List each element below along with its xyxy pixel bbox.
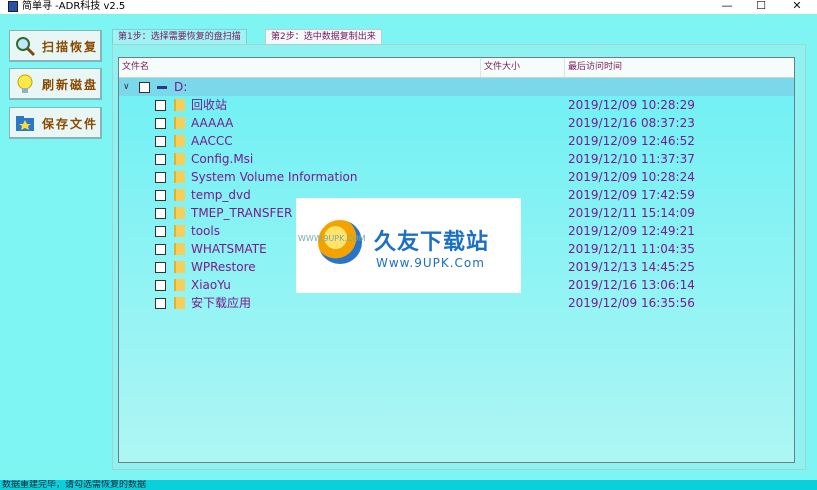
column-header-name[interactable]: 文件名	[119, 58, 481, 77]
refresh-disk-button[interactable]: 刷新磁盘	[9, 68, 102, 100]
item-checkbox[interactable]	[155, 208, 166, 219]
item-checkbox[interactable]	[155, 190, 166, 201]
folder-icon	[174, 297, 185, 309]
item-name: temp_dvd	[191, 188, 251, 202]
watermark-overlay: WWW.9UPK.COM 久友下载站 Www.9UPK.Com	[296, 198, 521, 293]
item-name: WPRestore	[191, 260, 256, 274]
folder-icon	[174, 135, 185, 147]
item-name: WHATSMATE	[191, 242, 267, 256]
item-time: 2019/12/11 11:04:35	[568, 242, 695, 256]
item-name: AAAAA	[191, 116, 234, 130]
item-time: 2019/12/09 16:35:56	[568, 296, 695, 310]
item-time: 2019/12/16 08:37:23	[568, 116, 695, 130]
save-file-button[interactable]: 保存文件	[9, 107, 102, 139]
item-checkbox[interactable]	[155, 262, 166, 273]
scan-recover-label: 扫描恢复	[42, 39, 99, 54]
folder-icon	[174, 243, 185, 255]
expand-arrow-icon[interactable]: ∨	[123, 78, 130, 96]
drive-row[interactable]: ∨ D:	[119, 78, 794, 96]
item-checkbox[interactable]	[155, 244, 166, 255]
watermark-brand: 久友下载站	[374, 230, 490, 255]
item-checkbox[interactable]	[155, 280, 166, 291]
save-file-label: 保存文件	[42, 116, 99, 131]
folder-icon	[174, 225, 185, 237]
item-name: tools	[191, 224, 220, 238]
item-name: XiaoYu	[191, 278, 231, 292]
folder-icon	[174, 189, 185, 201]
column-header-size[interactable]: 文件大小	[481, 58, 565, 77]
list-item[interactable]: 安下载应用 2019/12/09 16:35:56	[119, 294, 794, 312]
folder-icon	[174, 261, 185, 273]
folder-icon	[174, 207, 185, 219]
folder-icon	[174, 279, 185, 291]
item-checkbox[interactable]	[155, 226, 166, 237]
minimize-button[interactable]: —	[709, 0, 745, 14]
refresh-disk-label: 刷新磁盘	[42, 77, 99, 92]
item-checkbox[interactable]	[155, 136, 166, 147]
item-name: AACCC	[191, 134, 233, 148]
item-time: 2019/12/10 11:37:37	[568, 152, 695, 166]
window-title: 简单寻 -ADR科技 v2.5	[22, 1, 126, 12]
item-name: System Volume Information	[191, 170, 358, 184]
watermark-side-text: WWW.9UPK.COM	[298, 234, 366, 243]
column-header-time[interactable]: 最后访问时间	[565, 58, 794, 77]
folder-icon	[174, 99, 185, 111]
item-time: 2019/12/16 13:06:14	[568, 278, 695, 292]
item-time: 2019/12/09 12:49:21	[568, 224, 695, 238]
drive-checkbox[interactable]	[139, 82, 150, 93]
item-name: 安下载应用	[191, 296, 252, 310]
item-time: 2019/12/09 10:28:29	[568, 98, 695, 112]
watermark-url: Www.9UPK.Com	[376, 256, 485, 270]
list-item[interactable]: 回收站 2019/12/09 10:28:29	[119, 96, 794, 114]
item-name: Config.Msi	[191, 152, 254, 166]
app-icon	[8, 1, 18, 12]
scan-recover-button[interactable]: 扫描恢复	[9, 30, 102, 62]
list-item[interactable]: AAAAA 2019/12/16 08:37:23	[119, 114, 794, 132]
item-name: TMEP_TRANSFER	[191, 206, 293, 220]
item-time: 2019/12/09 12:46:52	[568, 134, 695, 148]
folder-icon	[174, 117, 185, 129]
tab-step1-scan[interactable]: 第1步：选择需要恢复的盘扫描	[112, 29, 247, 45]
item-checkbox[interactable]	[155, 118, 166, 129]
drive-label: D:	[174, 80, 188, 94]
item-checkbox[interactable]	[155, 298, 166, 309]
drive-icon	[157, 86, 167, 89]
save-folder-icon	[16, 116, 34, 131]
item-time: 2019/12/09 10:28:24	[568, 170, 695, 184]
status-bar: 数据重建完毕，请勾选需恢复的数据	[0, 480, 817, 490]
item-name: 回收站	[191, 98, 228, 112]
item-checkbox[interactable]	[155, 172, 166, 183]
list-item[interactable]: AACCC 2019/12/09 12:46:52	[119, 132, 794, 150]
folder-icon	[174, 171, 185, 183]
lightbulb-icon	[17, 74, 33, 93]
title-bar: 简单寻 -ADR科技 v2.5 — ☐ ✕	[0, 0, 817, 14]
list-item[interactable]: System Volume Information 2019/12/09 10:…	[119, 168, 794, 186]
item-time: 2019/12/13 14:45:25	[568, 260, 695, 274]
maximize-button[interactable]: ☐	[743, 0, 779, 14]
magnifier-icon	[16, 37, 36, 57]
tab-step2-copy[interactable]: 第2步：选中数据复制出来	[265, 29, 382, 45]
list-item[interactable]: Config.Msi 2019/12/10 11:37:37	[119, 150, 794, 168]
item-checkbox[interactable]	[155, 154, 166, 165]
item-time: 2019/12/11 15:14:09	[568, 206, 695, 220]
folder-icon	[174, 153, 185, 165]
item-checkbox[interactable]	[155, 100, 166, 111]
list-header: 文件名 文件大小 最后访问时间	[119, 58, 794, 78]
close-button[interactable]: ✕	[779, 0, 815, 14]
item-time: 2019/12/09 17:42:59	[568, 188, 695, 202]
